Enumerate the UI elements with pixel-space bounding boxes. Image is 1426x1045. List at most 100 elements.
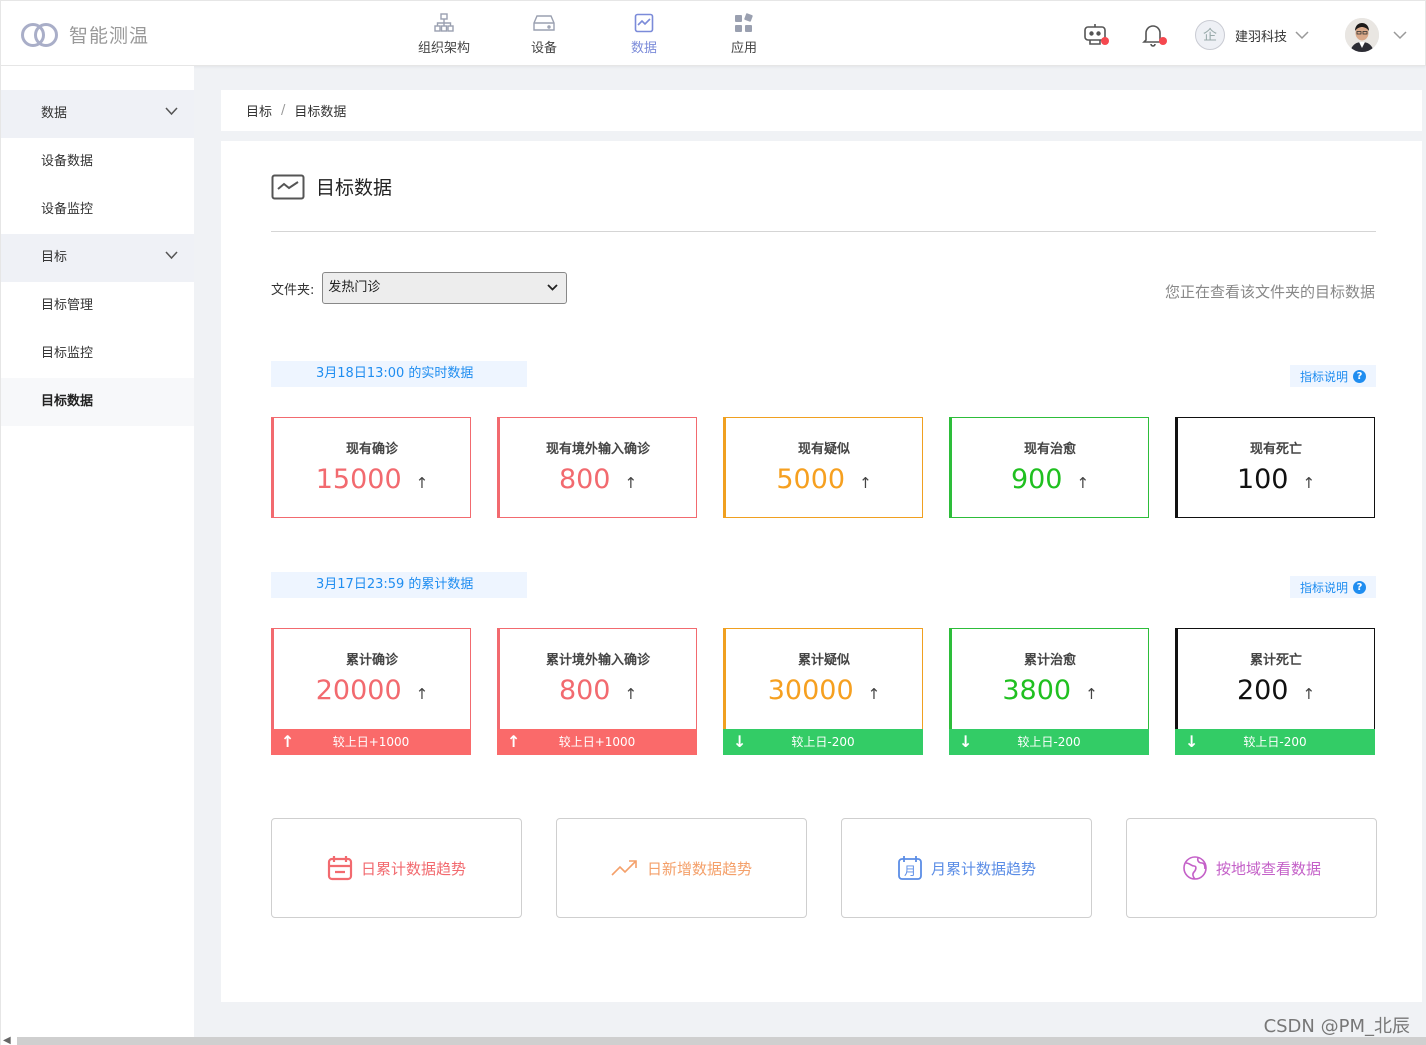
stat-card-value: 30000	[767, 675, 854, 706]
stat-card-current-deaths[interactable]: 现有死亡 100 ↑	[1175, 417, 1375, 518]
stat-card-value: 100	[1236, 464, 1289, 495]
sidebar-group-target[interactable]: 目标	[1, 234, 194, 282]
watermark: CSDN @PM_北辰	[1263, 1016, 1410, 1037]
stat-card-value: 900	[1010, 464, 1063, 495]
stat-card-value: 20000	[315, 675, 402, 706]
notifications-button[interactable]	[1137, 19, 1169, 51]
stat-card-current-confirmed[interactable]: 现有确诊 15000 ↑	[271, 417, 471, 518]
main-panel: 目标数据 文件夹: 发热门诊 您正在查看该文件夹的目标数据 3月18日13:00…	[221, 141, 1422, 1002]
topnav-label: 组织架构	[417, 41, 470, 56]
topnav-data[interactable]: 数据	[594, 1, 694, 67]
daily-cumulative-trend-button[interactable]: 日累计数据趋势	[271, 818, 522, 918]
realtime-cards: 现有确诊 15000 ↑ 现有境外输入确诊 800 ↑ 现有疑似 5000 ↑ 现有治…	[271, 417, 1375, 518]
device-icon	[533, 12, 555, 34]
region-data-button[interactable]: 按地域查看数据	[1126, 818, 1377, 918]
change-text: 较上日-200	[1243, 735, 1307, 749]
sidebar-item-target-monitor[interactable]: 目标监控	[1, 330, 194, 378]
realtime-tag: 3月18日13:00 的实时数据	[271, 361, 527, 387]
help-icon: ?	[1353, 580, 1366, 594]
header-actions: 企 建羽科技	[1079, 15, 1407, 55]
stat-card-title: 现有确诊	[345, 442, 398, 457]
breadcrumb-link[interactable]: 目标	[246, 101, 272, 120]
monthly-cumulative-trend-button[interactable]: 月 月累计数据趋势	[841, 818, 1092, 918]
stat-card-total-deaths[interactable]: 累计死亡 200 ↑ ↓ 较上日-200	[1175, 628, 1375, 755]
sidebar: 数据 设备数据 设备监控 目标 目标管理 目标监控 目标数据	[0, 66, 194, 1045]
stat-card-total-suspected[interactable]: 累计疑似 30000 ↑ ↓ 较上日-200	[723, 628, 923, 755]
topnav-org[interactable]: 组织架构	[394, 1, 494, 67]
arrow-up-icon: ↑	[1085, 685, 1098, 703]
stat-card-change: ↓ 较上日-200	[1175, 729, 1375, 755]
assistant-button[interactable]	[1079, 19, 1111, 51]
sidebar-item-target-data[interactable]: 目标数据	[1, 378, 194, 426]
sidebar-item-target-manage[interactable]: 目标管理	[1, 282, 194, 330]
stat-card-title: 累计境外输入确诊	[545, 653, 650, 668]
cumulative-help-button[interactable]: 指标说明 ?	[1290, 576, 1376, 598]
topnav-label: 数据	[630, 41, 657, 56]
sidebar-item-device-data[interactable]: 设备数据	[1, 138, 194, 186]
sidebar-item-device-monitor[interactable]: 设备监控	[1, 186, 194, 234]
topnav-device[interactable]: 设备	[494, 1, 594, 67]
arrow-up-icon: ↑	[507, 732, 521, 751]
stat-card-value: 3800	[1002, 675, 1072, 706]
stat-card-total-cured[interactable]: 累计治愈 3800 ↑ ↓ 较上日-200	[949, 628, 1149, 755]
scroll-left-icon[interactable]: ◀	[3, 1035, 11, 1045]
help-icon: ?	[1353, 369, 1366, 383]
stat-card-title: 累计确诊	[345, 653, 398, 668]
top-bar: 智能测温 组织架构 设备 数据 应用 企 建羽科技	[0, 0, 1426, 66]
page-title: 目标数据	[316, 177, 393, 199]
breadcrumb-current: 目标数据	[294, 105, 347, 120]
horizontal-scrollbar[interactable]	[17, 1037, 1426, 1045]
link-label: 日累计数据趋势	[360, 859, 466, 878]
chevron-down-icon[interactable]	[1393, 30, 1407, 40]
chart-icon	[633, 12, 655, 34]
stat-card-total-imported[interactable]: 累计境外输入确诊 800 ↑ ↑ 较上日+1000	[497, 628, 697, 755]
app-logo[interactable]: 智能测温	[21, 21, 149, 48]
realtime-help-button[interactable]: 指标说明 ?	[1290, 365, 1376, 387]
avatar[interactable]	[1345, 18, 1379, 52]
stat-card-current-imported[interactable]: 现有境外输入确诊 800 ↑	[497, 417, 697, 518]
company-switcher[interactable]: 企 建羽科技	[1194, 20, 1309, 50]
top-nav: 组织架构 设备 数据 应用	[394, 1, 794, 67]
arrow-up-icon: ↑	[624, 474, 638, 492]
arrow-up-icon: ↑	[281, 732, 295, 751]
help-label: 指标说明	[1299, 369, 1348, 384]
topnav-apps[interactable]: 应用	[694, 1, 794, 67]
sidebar-group-data[interactable]: 数据	[1, 90, 194, 138]
topnav-label: 设备	[530, 41, 557, 56]
arrow-up-icon: ↑	[624, 685, 638, 703]
page-header: 目标数据	[271, 173, 392, 200]
apps-icon	[733, 12, 755, 34]
arrow-up-icon: ↑	[867, 685, 881, 703]
calendar-icon	[327, 855, 353, 881]
folder-select[interactable]: 发热门诊	[322, 272, 568, 304]
org-chart-icon	[433, 12, 455, 34]
stat-card-change: ↑ 较上日+1000	[497, 729, 697, 755]
logo-icon	[21, 22, 61, 48]
arrow-up-icon: ↑	[1302, 474, 1316, 492]
sidebar-item-label: 数据	[41, 106, 68, 121]
stat-card-current-suspected[interactable]: 现有疑似 5000 ↑	[723, 417, 923, 518]
globe-icon	[1182, 855, 1208, 881]
divider	[271, 231, 1376, 232]
stat-card-title: 累计治愈	[1023, 653, 1076, 668]
stat-card-title: 累计疑似	[797, 653, 850, 668]
daily-new-trend-button[interactable]: 日新增数据趋势	[556, 818, 807, 918]
svg-text:月: 月	[904, 864, 916, 878]
link-label: 按地域查看数据	[1215, 859, 1321, 878]
stat-card-change: ↓ 较上日-200	[723, 729, 923, 755]
sidebar-item-label: 设备监控	[41, 202, 94, 217]
cumulative-tag: 3月17日23:59 的累计数据	[271, 572, 527, 598]
quick-links: 日累计数据趋势 日新增数据趋势 月 月累计数据趋势 按地域查看数据	[271, 818, 1377, 918]
chevron-down-icon	[165, 251, 178, 260]
stat-card-title: 现有境外输入确诊	[545, 442, 650, 457]
change-text: 较上日+1000	[558, 735, 636, 749]
stat-card-value: 15000	[315, 464, 402, 495]
notification-dot	[1158, 37, 1167, 45]
stat-card-title: 现有疑似	[797, 442, 850, 457]
folder-select-value: 发热门诊	[328, 280, 381, 295]
folder-filter: 文件夹: 发热门诊	[271, 272, 568, 304]
breadcrumb-separator: /	[281, 103, 286, 118]
stat-card-total-confirmed[interactable]: 累计确诊 20000 ↑ ↑ 较上日+1000	[271, 628, 471, 755]
chevron-down-icon	[165, 107, 178, 116]
stat-card-current-cured[interactable]: 现有治愈 900 ↑	[949, 417, 1149, 518]
